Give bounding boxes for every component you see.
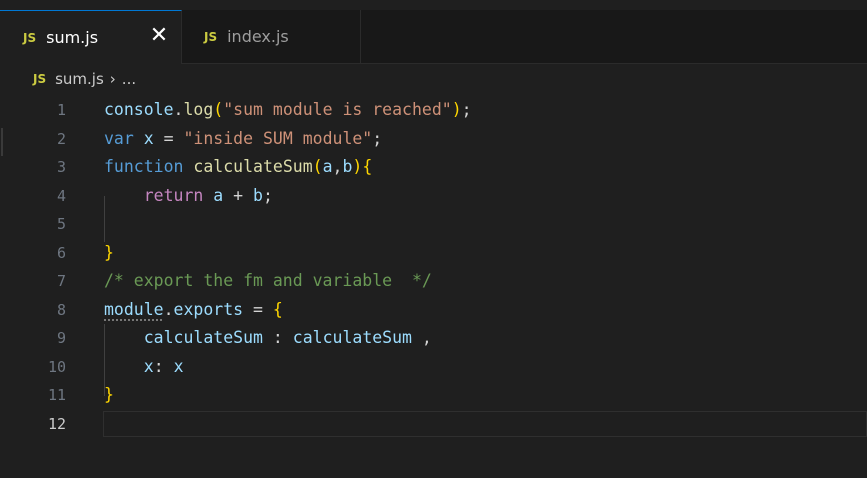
code-line: 10 x: x: [0, 353, 867, 382]
tab-label: index.js: [227, 27, 289, 46]
line-number: 6: [56, 243, 66, 262]
breadcrumb-file[interactable]: sum.js: [55, 70, 104, 88]
code-text: x: x: [143, 356, 184, 376]
tab-bar: JS sum.js ✕ JS index.js: [0, 10, 867, 64]
code-line-current: 12: [0, 410, 867, 439]
js-file-icon: JS: [204, 29, 218, 44]
code-text: module.exports = {: [104, 299, 283, 319]
code-text: /* export the fm and variable */: [104, 271, 432, 290]
code-line: 1 console.log("sum module is reached");: [0, 96, 867, 125]
code-line: 3 function calculateSum(a,b){: [0, 153, 867, 182]
window-top-strip: [0, 0, 867, 10]
line-number: 9: [56, 329, 66, 347]
breadcrumb-symbols[interactable]: ...: [122, 70, 136, 88]
code-line: 9 calculateSum : calculateSum ,: [0, 324, 867, 353]
code-text: }: [104, 242, 114, 262]
js-file-icon: JS: [33, 72, 47, 86]
line-number: 8: [56, 300, 66, 319]
code-text: calculateSum : calculateSum ,: [143, 328, 432, 347]
close-icon[interactable]: ✕: [148, 25, 170, 47]
line-number: 2: [56, 129, 66, 148]
current-line-highlight: [103, 410, 867, 437]
code-line: 5: [0, 210, 867, 239]
js-file-icon: JS: [23, 30, 37, 45]
code-line: 8 module.exports = {: [0, 296, 867, 325]
code-line: 7 /* export the fm and variable */: [0, 267, 867, 296]
code-text: function calculateSum(a,b){: [104, 157, 373, 176]
code-editor[interactable]: 1 console.log("sum module is reached"); …: [0, 96, 867, 478]
code-line: 6 }: [0, 239, 867, 268]
line-number: 1: [56, 101, 66, 119]
code-text: return a + b;: [143, 185, 273, 205]
line-number: 12: [47, 414, 66, 433]
line-number: 11: [47, 386, 66, 404]
code-line: 2 var x = "inside SUM module";: [0, 125, 867, 154]
line-number: 3: [56, 158, 66, 176]
tab-index-js[interactable]: JS index.js: [182, 10, 361, 64]
breadcrumb: JS sum.js › ...: [0, 64, 867, 94]
line-number: 7: [56, 272, 66, 290]
chevron-right-icon: ›: [109, 70, 116, 88]
code-line: 11 }: [0, 381, 867, 410]
code-text: }: [104, 385, 114, 404]
code-text: console.log("sum module is reached");: [104, 100, 472, 119]
code-text: var x = "inside SUM module";: [104, 128, 383, 148]
line-number: 5: [56, 215, 66, 233]
line-number: 10: [47, 357, 66, 376]
tab-sum-js[interactable]: JS sum.js ✕: [0, 10, 182, 64]
line-number: 4: [56, 186, 66, 205]
tab-label: sum.js: [46, 28, 99, 47]
code-line: 4 return a + b;: [0, 182, 867, 211]
